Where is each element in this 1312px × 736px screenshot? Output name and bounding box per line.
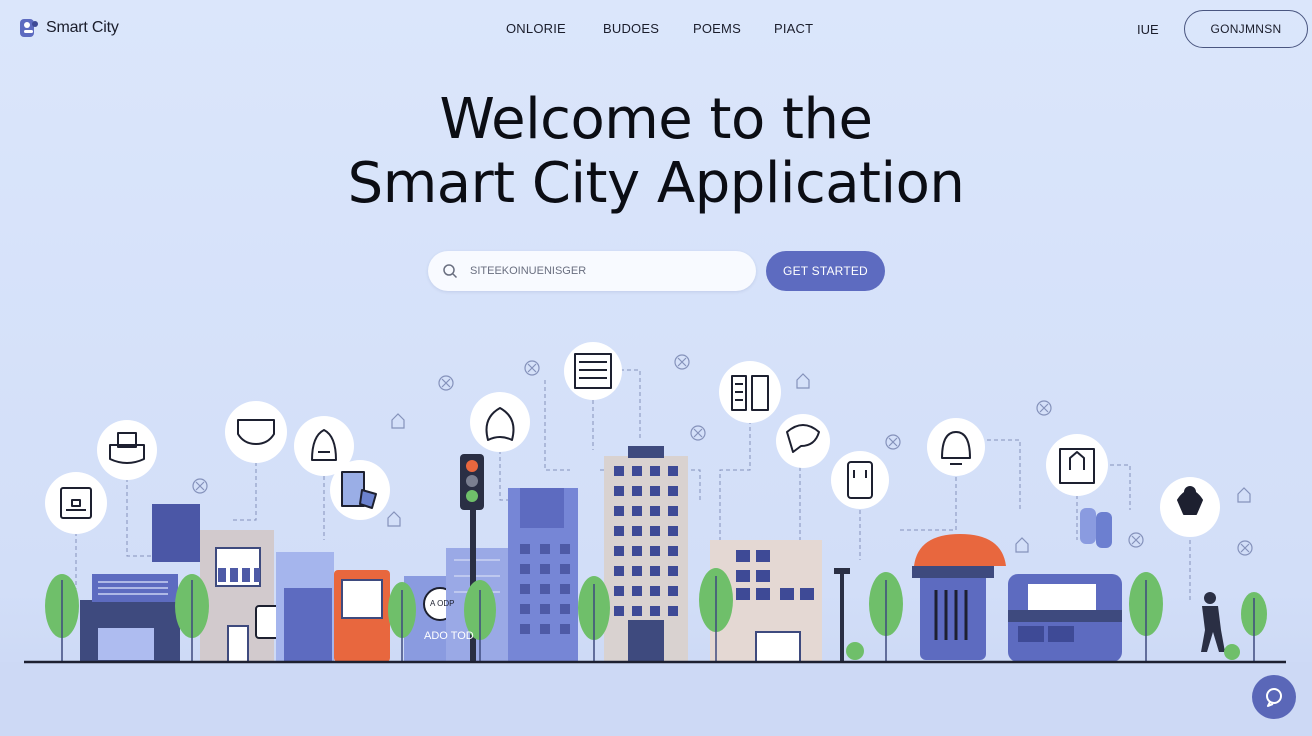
brand-name: Smart City — [46, 19, 119, 36]
app-logo-icon — [20, 19, 38, 37]
signal-sign: A ODP — [430, 599, 455, 608]
get-started-button[interactable]: GET STARTED — [766, 251, 885, 291]
chat-help-button[interactable] — [1252, 675, 1296, 719]
nav-item-3[interactable]: POEMS — [693, 21, 741, 36]
brand-logo[interactable]: Smart City — [18, 16, 119, 40]
nav-item-2[interactable]: BUDOES — [603, 21, 659, 36]
language-link[interactable]: IUE — [1137, 22, 1159, 37]
city-illustration — [24, 342, 1286, 664]
nav-item-4[interactable]: PIACT — [774, 21, 813, 36]
ground-strip — [0, 662, 1312, 736]
header-cta-button[interactable]: GONJMNSN — [1184, 10, 1308, 48]
hero: Welcome to the Smart City Application — [0, 88, 1312, 216]
hero-title-line-2: Smart City Application — [347, 151, 965, 216]
hero-title-line-1: Welcome to the — [439, 87, 873, 152]
search-input[interactable] — [468, 264, 732, 278]
search-bar[interactable] — [428, 251, 756, 291]
bus-sign: ADO TOD — [424, 630, 474, 642]
nav-item-1[interactable]: ONLORIE — [506, 21, 566, 36]
search-icon — [443, 264, 458, 279]
chat-help-icon — [1266, 688, 1282, 707]
